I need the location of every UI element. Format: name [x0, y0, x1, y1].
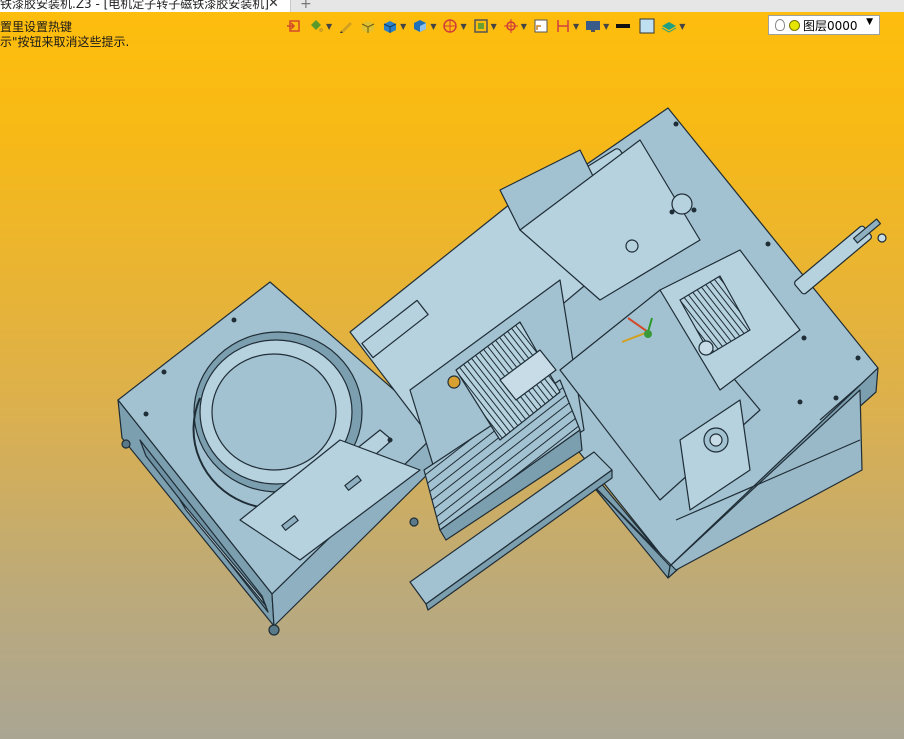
toolbar-button-box-blue[interactable]: ▼ [382, 15, 406, 37]
box-yellow-icon [361, 21, 375, 33]
layer-name: 图层0000 [803, 18, 858, 33]
chevron-down-icon[interactable]: ▼ [866, 17, 873, 27]
shaded-cube-icon [414, 20, 427, 32]
exit-icon [287, 20, 300, 32]
document-tab[interactable]: 铁漆胶安装机.Z3 - [电机定子转子磁铁漆胶安装机] ✕ [0, 0, 291, 12]
document-tab-bar: 铁漆胶安装机.Z3 - [电机定子转子磁铁漆胶安装机] ✕ + [0, 0, 904, 12]
chevron-down-icon[interactable]: ▼ [521, 22, 527, 31]
chevron-down-icon[interactable]: ▼ [573, 22, 579, 31]
layer-color-icon [789, 19, 800, 31]
chevron-down-icon[interactable]: ▼ [603, 22, 609, 31]
chevron-down-icon[interactable]: ▼ [679, 22, 685, 31]
document-tab-title: 铁漆胶安装机.Z3 - [电机定子转子磁铁漆胶安装机] [0, 0, 269, 11]
hint-line-2: 示"按钮来取消这些提示. [0, 35, 130, 49]
pencil-icon [340, 22, 353, 33]
layer-select[interactable]: 图层0000 ▼ [768, 15, 880, 35]
view-toolbar: ▼ ▼ ▼ ▼ ▼ ▼ ▼ ▼ ▼ [286, 15, 691, 37]
toolbar-button-layers[interactable]: ▼ [661, 15, 685, 37]
new-tab-button[interactable]: + [300, 0, 312, 12]
bulb-icon[interactable] [775, 19, 785, 31]
top-plate-hole [671, 193, 693, 215]
side-cylinder [794, 218, 887, 295]
view-frame-icon [473, 19, 488, 33]
chevron-down-icon[interactable]: ▼ [400, 22, 406, 31]
paint-bucket-icon [311, 20, 323, 32]
toolbar-button-paint-bucket[interactable]: ▼ [308, 15, 332, 37]
toolbar-button-pencil[interactable] [338, 15, 354, 37]
toolbar-button-shaded-cube[interactable]: ▼ [412, 15, 436, 37]
toolbar-button-exit[interactable] [286, 15, 302, 37]
toolbar-button-section-sphere[interactable]: ▼ [442, 15, 467, 37]
crosshair-icon [503, 19, 518, 33]
monitor-icon [586, 21, 601, 32]
chevron-down-icon[interactable]: ▼ [326, 22, 332, 31]
toolbar-button-dimension[interactable]: ▼ [555, 15, 579, 37]
toolbar-button-sketch-plane[interactable] [533, 15, 549, 37]
line-weight-icon [616, 24, 631, 28]
toolbar-button-monitor[interactable]: ▼ [585, 15, 609, 37]
toolbar-button-box-yellow[interactable] [360, 15, 376, 37]
dimension-icon [557, 20, 569, 32]
toolbar-button-line-weight[interactable] [615, 15, 631, 37]
close-icon[interactable]: ✕ [268, 0, 279, 12]
toolbar-button-color-swatch[interactable] [639, 15, 655, 37]
toolbar-button-crosshair[interactable]: ▼ [503, 15, 527, 37]
toolbar-button-view-frame[interactable]: ▼ [473, 15, 497, 37]
chevron-down-icon[interactable]: ▼ [430, 22, 436, 31]
machine-model [117, 107, 887, 636]
sketch-plane-icon [534, 19, 548, 33]
layers-icon [662, 22, 677, 33]
3d-viewport[interactable] [0, 0, 904, 739]
box-blue-icon [383, 21, 397, 33]
color-swatch-icon [639, 18, 655, 34]
chevron-down-icon[interactable]: ▼ [460, 22, 466, 31]
section-sphere-icon [443, 19, 458, 33]
chevron-down-icon[interactable]: ▼ [491, 22, 497, 31]
